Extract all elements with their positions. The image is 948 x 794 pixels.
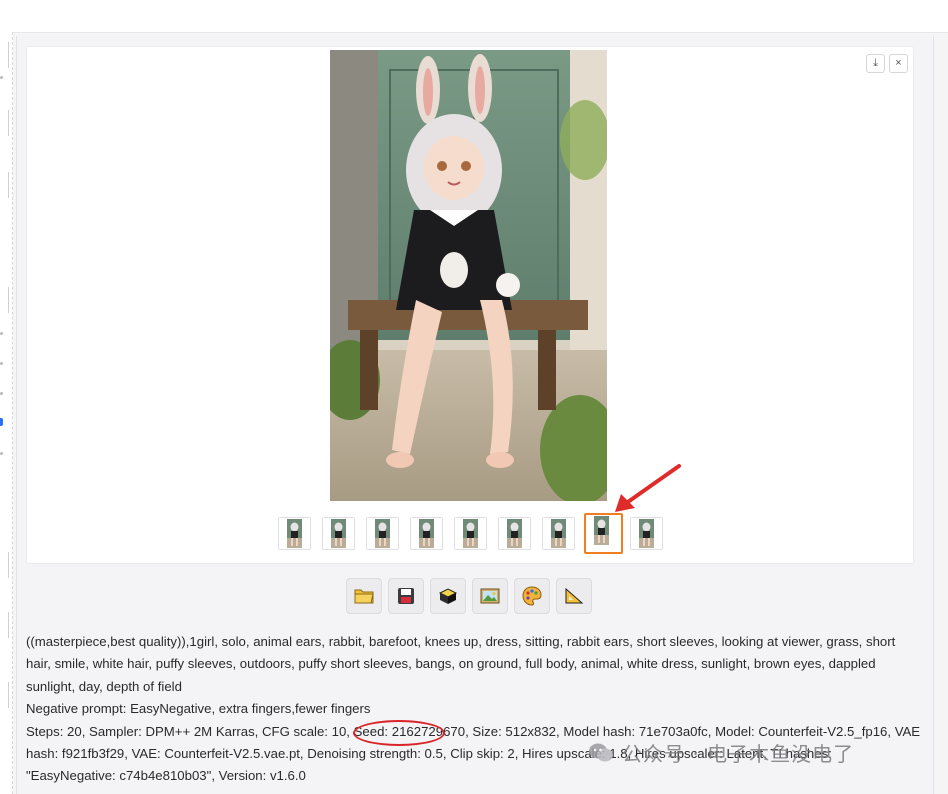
left-column-element [2,42,9,68]
wechat-icon [589,743,613,761]
negative-prompt: Negative prompt: EasyNegative, extra fin… [26,701,371,717]
close-icon: × [895,57,902,69]
thumbnail[interactable] [542,517,575,550]
folder-icon [354,589,374,604]
download-button[interactable]: ⤓ [866,54,885,73]
floppy-disk-icon [398,588,414,604]
thumbnail[interactable] [498,517,531,550]
left-column-dot [0,76,3,79]
thumbnail[interactable] [366,517,399,550]
zip-box-icon [438,588,458,604]
picture-icon [480,588,500,604]
thumbnail[interactable] [410,517,443,550]
left-column-element [2,552,9,578]
annotation-arrow-icon [615,464,681,512]
left-column-dot [0,452,3,455]
triangle-ruler-icon [565,587,584,604]
seed-value: 2162729670 [391,723,466,739]
send-to-inpaint-button[interactable] [514,578,550,614]
generated-image[interactable] [330,50,607,501]
thumbnail[interactable] [322,517,355,550]
left-column-element [2,110,9,136]
thumbnail-selected[interactable] [584,513,623,554]
thumbnail[interactable] [630,517,663,550]
left-column-element [2,287,9,313]
thumbnail[interactable] [278,517,311,550]
thumbnail[interactable] [454,517,487,550]
left-column-dot [0,332,3,335]
send-to-extras-button[interactable] [556,578,592,614]
positive-prompt: ((masterpiece,best quality)),1girl, solo… [26,634,896,694]
left-column-element [2,172,9,198]
left-settings-column [0,32,13,794]
save-button[interactable] [388,578,424,614]
send-to-img2img-button[interactable] [472,578,508,614]
open-folder-button[interactable] [346,578,382,614]
close-button[interactable]: × [889,54,908,73]
top-bar [0,0,948,33]
palette-icon [522,586,542,606]
download-icon: ⤓ [873,57,878,69]
zip-button[interactable] [430,578,466,614]
left-column-active-indicator[interactable] [0,418,3,426]
left-column-element [2,612,9,638]
left-column-dot [0,362,3,365]
watermark: 公众号 · 电子木鱼没电了 [588,738,854,767]
left-column-dot [0,392,3,395]
params-before-seed: Steps: 20, Sampler: DPM++ 2M Karras, CFG… [26,723,392,739]
left-column-element [2,682,9,708]
watermark-text: 公众号 · 电子木鱼没电了 [622,742,855,766]
